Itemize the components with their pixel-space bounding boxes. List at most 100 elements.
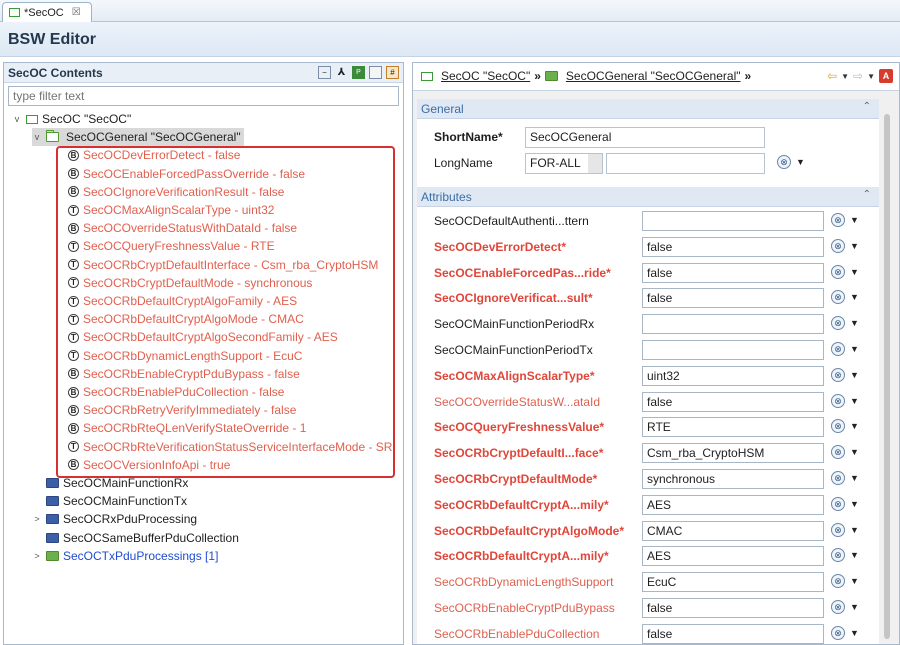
close-icon[interactable]: ☒: [72, 7, 81, 18]
config-class-icon[interactable]: ⊗: [777, 155, 791, 169]
filter-person-icon[interactable]: ⅄: [335, 66, 348, 79]
section-attributes-header[interactable]: Attributes ⌃: [417, 187, 879, 207]
tree-parameter-item[interactable]: T SecOCQueryFreshnessValue - RTE: [68, 237, 275, 255]
attribute-value-field[interactable]: AES: [642, 546, 824, 567]
config-class-icon[interactable]: ⊗: [831, 367, 845, 382]
chevron-down-icon[interactable]: ▼: [850, 473, 859, 483]
scrollbar-thumb[interactable]: [884, 114, 890, 639]
config-class-icon[interactable]: ⊗: [831, 419, 845, 434]
chevron-down-icon[interactable]: ▼: [867, 72, 875, 81]
chevron-down-icon[interactable]: ▼: [796, 157, 805, 167]
attribute-value-field[interactable]: false: [642, 262, 824, 283]
chevron-down-icon[interactable]: ▼: [850, 525, 859, 535]
table-icon[interactable]: #: [386, 66, 399, 79]
tree-parameter-item[interactable]: T SecOCRbDynamicLengthSupport - EcuC: [68, 347, 302, 365]
chevron-down-icon[interactable]: ▼: [850, 318, 859, 328]
collapse-chevron-icon[interactable]: ⌃: [863, 189, 871, 200]
tree-parameter-item[interactable]: T SecOCRbRteVerificationStatusServiceInte…: [68, 438, 392, 456]
config-class-icon[interactable]: ⊗: [831, 445, 845, 460]
tree-parameter-item[interactable]: T SecOCRbDefaultCryptAlgoFamily - AES: [68, 292, 297, 310]
attribute-value-field[interactable]: [642, 314, 824, 335]
config-class-icon[interactable]: ⊗: [831, 213, 845, 227]
config-class-icon[interactable]: ⊗: [831, 342, 845, 356]
attribute-value-field[interactable]: false: [642, 288, 824, 309]
chevron-down-icon[interactable]: ▼: [850, 344, 859, 354]
tree-parameter-item[interactable]: B SecOCRbEnableCryptPduBypass - false: [68, 365, 300, 383]
tree-parameter-item[interactable]: B SecOCVersionInfoApi - true: [68, 456, 230, 474]
chevron-down-icon[interactable]: ▼: [850, 602, 859, 612]
breadcrumb-item-secoc[interactable]: SecOC "SecOC": [441, 69, 530, 83]
attribute-value-field[interactable]: [642, 340, 824, 360]
tree-parameter-item[interactable]: T SecOCMaxAlignScalarType - uint32: [68, 201, 274, 219]
chevron-down-icon[interactable]: ▼: [850, 550, 859, 560]
attribute-value-field[interactable]: false: [642, 598, 824, 618]
config-class-icon[interactable]: ⊗: [831, 290, 845, 305]
tree-container-item[interactable]: SecOCMainFunctionRx: [32, 474, 188, 492]
tree-parameter-item[interactable]: B SecOCRbRetryVerifyImmediately - false: [68, 401, 296, 419]
config-class-icon[interactable]: ⊗: [831, 548, 845, 563]
chevron-down-icon[interactable]: ▼: [841, 72, 849, 81]
chevron-down-icon[interactable]: ▼: [850, 215, 859, 225]
chevron-down-icon[interactable]: ▼: [850, 292, 859, 302]
tree-parameter-item[interactable]: B SecOCIgnoreVerificationResult - false: [68, 183, 284, 201]
tree-container-item[interactable]: v SecOCGeneral "SecOCGeneral": [32, 128, 244, 147]
chevron-right-icon[interactable]: >: [32, 514, 42, 524]
longname-language-field[interactable]: FOR-ALL: [525, 153, 603, 174]
breadcrumb-item-secocgeneral[interactable]: SecOCGeneral "SecOCGeneral": [566, 69, 741, 83]
tree-parameter-item[interactable]: T SecOCRbDefaultCryptAlgoSecondFamily - A…: [68, 328, 338, 346]
tree-parameter-item[interactable]: T SecOCRbCryptDefaultMode - synchronous: [68, 274, 312, 292]
chevron-down-icon[interactable]: ▼: [850, 576, 859, 586]
chevron-down-icon[interactable]: ▼: [850, 421, 859, 431]
tree-container-item[interactable]: > SecOCTxPduProcessings [1]: [32, 547, 218, 565]
longname-field[interactable]: [606, 153, 765, 174]
error-badge-icon[interactable]: A: [879, 69, 893, 83]
attribute-value-field[interactable]: false: [642, 623, 824, 644]
back-arrow-icon[interactable]: ⇦: [827, 69, 837, 83]
attribute-value-field[interactable]: uint32: [642, 365, 824, 386]
chevron-right-icon[interactable]: >: [32, 551, 42, 561]
tree-parameter-item[interactable]: B SecOCEnableForcedPassOverride - false: [68, 165, 305, 183]
attribute-value-field[interactable]: false: [642, 391, 824, 412]
config-class-icon[interactable]: ⊗: [831, 600, 845, 614]
config-class-icon[interactable]: ⊗: [831, 316, 845, 331]
chevron-down-icon[interactable]: v: [12, 114, 22, 124]
editor-tab-secoc[interactable]: *SecOC ☒: [2, 2, 92, 22]
attribute-value-field[interactable]: CMAC: [642, 520, 824, 541]
tree-parameter-item[interactable]: B SecOCRbRteQLenVerifyStateOverride - 1: [68, 419, 306, 437]
config-class-icon[interactable]: ⊗: [831, 522, 845, 537]
tree-parameter-item[interactable]: B SecOCDevErrorDetect - false: [68, 146, 240, 164]
tree-filter-input[interactable]: [8, 86, 399, 106]
chevron-down-icon[interactable]: ▼: [850, 267, 859, 277]
collapse-all-icon[interactable]: −: [318, 66, 331, 79]
document-icon[interactable]: [369, 66, 382, 79]
section-general-header[interactable]: General ⌃: [417, 99, 879, 119]
attribute-value-field[interactable]: EcuC: [642, 572, 824, 593]
tree-container-item[interactable]: SecOCSameBufferPduCollection: [32, 529, 239, 547]
attribute-value-field[interactable]: [642, 211, 824, 231]
tree-container-item[interactable]: v SecOC "SecOC": [12, 110, 131, 128]
attribute-value-field[interactable]: Csm_rba_CryptoHSM: [642, 443, 824, 464]
config-class-icon[interactable]: ⊗: [831, 264, 845, 279]
chevron-down-icon[interactable]: ▼: [850, 370, 859, 380]
chevron-down-icon[interactable]: ▼: [850, 241, 859, 251]
config-class-icon[interactable]: ⊗: [831, 238, 845, 253]
chevron-down-icon[interactable]: ▼: [850, 447, 859, 457]
attribute-value-field[interactable]: false: [642, 236, 824, 257]
chevron-down-icon[interactable]: ▼: [850, 396, 859, 406]
config-class-icon[interactable]: ⊗: [831, 625, 845, 640]
tree-parameter-item[interactable]: T SecOCRbCryptDefaultInterface - Csm_rba_…: [68, 256, 378, 274]
language-dropdown-handle[interactable]: [588, 154, 602, 173]
config-class-icon[interactable]: ⊗: [831, 471, 845, 485]
forward-arrow-icon[interactable]: ⇨: [853, 69, 863, 83]
tree-container-item[interactable]: SecOCMainFunctionTx: [32, 492, 187, 510]
config-class-icon[interactable]: ⊗: [831, 496, 845, 511]
chevron-down-icon[interactable]: ▼: [850, 499, 859, 509]
param-filter-icon[interactable]: P: [352, 66, 365, 79]
config-class-icon[interactable]: ⊗: [831, 574, 845, 589]
tree-parameter-item[interactable]: B SecOCOverrideStatusWithDataId - false: [68, 219, 297, 237]
chevron-down-icon[interactable]: v: [32, 132, 42, 142]
collapse-chevron-icon[interactable]: ⌃: [863, 101, 871, 112]
tree-parameter-item[interactable]: T SecOCRbDefaultCryptAlgoMode - CMAC: [68, 310, 304, 328]
tree-container-item[interactable]: > SecOCRxPduProcessing: [32, 510, 197, 528]
vertical-scrollbar[interactable]: [883, 111, 891, 641]
